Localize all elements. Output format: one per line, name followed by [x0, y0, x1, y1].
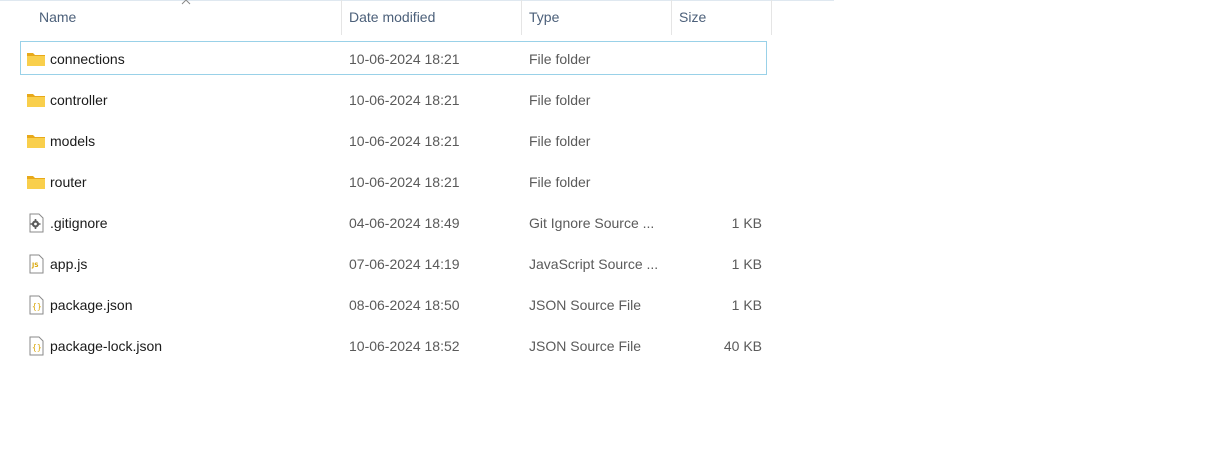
file-date-modified: 10-06-2024 18:21: [349, 51, 460, 67]
file-name: router: [50, 174, 87, 190]
file-row[interactable]: router 10-06-2024 18:21 File folder: [20, 164, 767, 198]
folder-icon: [27, 53, 45, 66]
file-row[interactable]: JS app.js 07-06-2024 14:19 JavaScript So…: [20, 246, 767, 280]
file-date-modified: 04-06-2024 18:49: [349, 215, 460, 231]
file-date-modified: 10-06-2024 18:21: [349, 133, 460, 149]
file-date-modified: 10-06-2024 18:52: [349, 338, 460, 354]
svg-text:JS: JS: [31, 262, 39, 269]
file-type: Git Ignore Source ...: [529, 215, 655, 231]
folder-icon: [27, 135, 45, 148]
file-row[interactable]: {} package-lock.json 10-06-2024 18:52 JS…: [20, 328, 767, 362]
svg-text:{}: {}: [32, 343, 42, 352]
file-type: File folder: [529, 92, 591, 108]
file-type: File folder: [529, 51, 591, 67]
file-size: 40 KB: [723, 338, 762, 354]
file-name: .gitignore: [50, 215, 108, 231]
file-date-modified: 10-06-2024 18:21: [349, 92, 460, 108]
file-size: 1 KB: [731, 297, 762, 313]
file-date-modified: 10-06-2024 18:21: [349, 174, 460, 190]
file-name: models: [50, 133, 96, 149]
file-row[interactable]: {} package.json 08-06-2024 18:50 JSON So…: [20, 287, 767, 321]
column-header-type[interactable]: Type: [522, 0, 672, 35]
file-size: 1 KB: [731, 215, 762, 231]
json-file-icon: {}: [29, 295, 44, 315]
file-type: File folder: [529, 174, 591, 190]
folder-icon: [27, 94, 45, 107]
column-header-size[interactable]: Size: [672, 0, 772, 35]
column-divider[interactable]: [771, 0, 772, 35]
gear-file-icon: [29, 213, 44, 233]
file-date-modified: 08-06-2024 18:50: [349, 297, 460, 313]
file-date-modified: 07-06-2024 14:19: [349, 256, 460, 272]
file-name: package-lock.json: [50, 338, 163, 354]
js-file-icon: JS: [29, 254, 44, 274]
file-name: controller: [50, 92, 108, 108]
column-header-row: Name Date modified Type Size: [0, 0, 772, 35]
file-type: JavaScript Source ...: [529, 256, 659, 272]
file-type: File folder: [529, 133, 591, 149]
svg-text:{}: {}: [32, 302, 42, 311]
file-row[interactable]: connections 10-06-2024 18:21 File folder: [20, 41, 767, 75]
folder-icon: [27, 176, 45, 189]
file-size: 1 KB: [731, 256, 762, 272]
chevron-up-icon: [181, 0, 191, 5]
file-row[interactable]: .gitignore 04-06-2024 18:49 Git Ignore S…: [20, 205, 767, 239]
file-row[interactable]: models 10-06-2024 18:21 File folder: [20, 123, 767, 157]
file-name: app.js: [50, 256, 88, 272]
column-header-date-modified[interactable]: Date modified: [342, 0, 522, 35]
file-type: JSON Source File: [529, 338, 642, 354]
file-name: connections: [50, 51, 125, 67]
file-name: package.json: [50, 297, 133, 313]
json-file-icon: {}: [29, 336, 44, 356]
file-type: JSON Source File: [529, 297, 642, 313]
file-list: connections 10-06-2024 18:21 File folder…: [20, 41, 767, 369]
file-row[interactable]: controller 10-06-2024 18:21 File folder: [20, 82, 767, 116]
